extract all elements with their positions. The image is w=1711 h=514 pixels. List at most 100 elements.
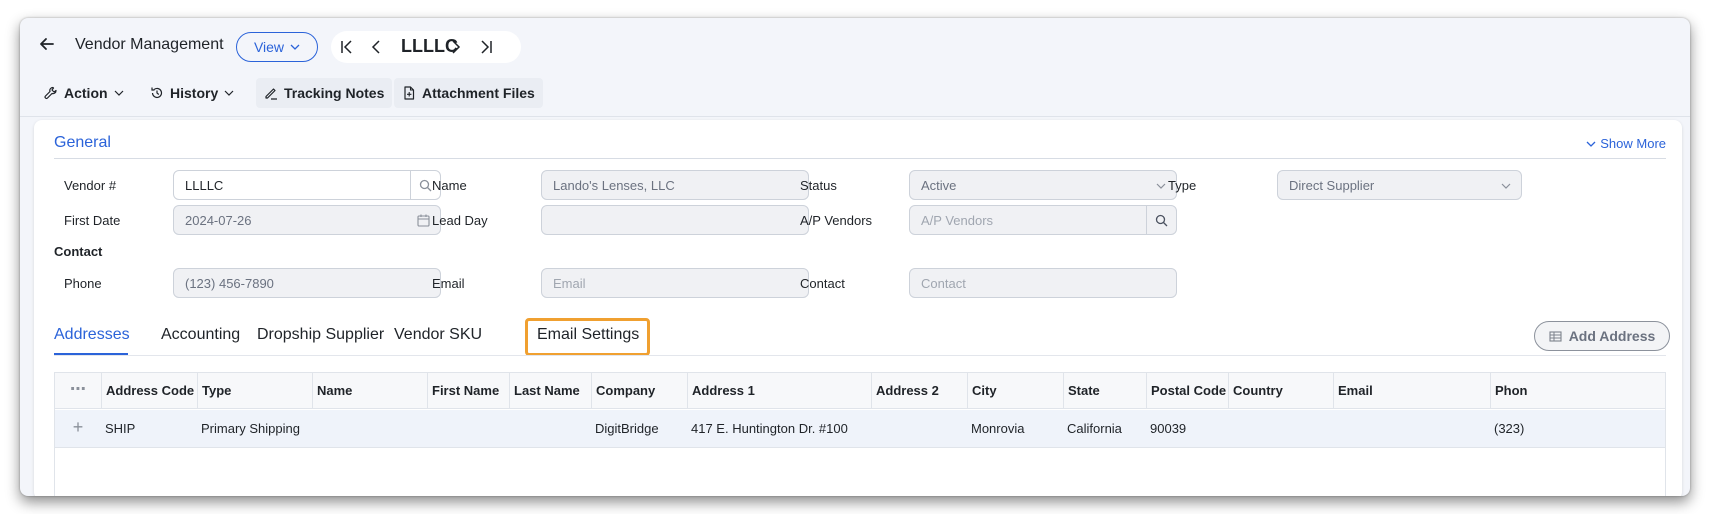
ap-vendors-search-button[interactable] [1146, 206, 1176, 234]
app-window: Vendor Management View LLLLC Action Hist… [20, 18, 1690, 496]
record-navigator: LLLLC [331, 31, 521, 63]
show-more-label: Show More [1600, 136, 1666, 151]
col-email[interactable]: Email [1333, 373, 1490, 409]
history-icon [151, 87, 163, 99]
status-value: Active [921, 178, 957, 193]
tracking-notes-button[interactable]: Tracking Notes [256, 78, 393, 108]
first-date-label: First Date [64, 213, 121, 228]
toolbar: Action History Tracking Notes Attachment… [20, 74, 1690, 114]
view-mode-button[interactable]: View [236, 32, 318, 62]
status-select[interactable]: Active [909, 170, 1177, 200]
cell-company: DigitBridge [595, 421, 659, 436]
last-record-icon[interactable] [478, 39, 494, 55]
attachment-files-label: Attachment Files [422, 85, 535, 101]
cell-email [1333, 410, 1490, 448]
add-address-label: Add Address [1568, 328, 1656, 344]
cell-state: California [1067, 421, 1122, 436]
type-label: Type [1168, 178, 1197, 193]
back-arrow-icon[interactable] [37, 34, 57, 54]
name-field[interactable]: Lando's Lenses, LLC [541, 170, 809, 200]
next-record-icon[interactable] [448, 39, 464, 55]
tab-addresses[interactable]: Addresses [54, 326, 130, 344]
col-first-name[interactable]: First Name [427, 373, 509, 409]
previous-record-icon[interactable] [368, 39, 384, 55]
history-label: History [170, 85, 219, 101]
section-divider [54, 158, 1666, 159]
ap-vendors-field[interactable]: A/P Vendors [909, 205, 1177, 235]
col-address-2[interactable]: Address 2 [871, 373, 967, 409]
col-postal-code[interactable]: Postal Code [1146, 373, 1228, 409]
cell-address-2 [871, 410, 967, 448]
add-address-button[interactable]: Add Address [1534, 321, 1670, 351]
table-header: ⋯ Address Code Type Name First Name Last… [55, 373, 1665, 409]
vendor-no-field[interactable]: LLLLC [173, 170, 441, 200]
vendor-no-value: LLLLC [185, 178, 224, 193]
first-date-field[interactable]: 2024-07-26 [173, 205, 441, 235]
tab-vendor-sku[interactable]: Vendor SKU [394, 326, 482, 344]
chevron-down-icon [1586, 141, 1596, 147]
col-address-code[interactable]: Address Code [101, 373, 197, 409]
col-state[interactable]: State [1063, 373, 1146, 409]
tab-accounting[interactable]: Accounting [161, 326, 240, 344]
email-placeholder: Email [553, 276, 586, 291]
ap-vendors-label: A/P Vendors [800, 213, 873, 228]
cell-phone: (323) [1494, 421, 1525, 436]
email-label: Email [432, 276, 465, 291]
column-menu-icon[interactable]: ⋯ [55, 373, 101, 409]
cell-last-name [509, 410, 591, 448]
wrench-icon [44, 86, 57, 99]
active-tab-indicator [54, 353, 128, 355]
col-company[interactable]: Company [591, 373, 687, 409]
action-menu-button[interactable]: Action [36, 78, 132, 108]
cell-postal-code: 90039 [1150, 421, 1187, 436]
col-country[interactable]: Country [1228, 373, 1333, 409]
table-row[interactable]: + SHIP Primary Shipping DigitBridge 417 … [55, 410, 1665, 448]
type-select[interactable]: Direct Supplier [1277, 170, 1522, 200]
phone-field[interactable]: (123) 456-7890 [173, 268, 441, 298]
calendar-icon[interactable] [417, 214, 430, 227]
phone-value: (123) 456-7890 [185, 276, 274, 291]
chevron-down-icon [224, 90, 234, 96]
chevron-down-icon [290, 44, 300, 50]
general-section-title: General [54, 134, 111, 151]
addresses-table: ⋯ Address Code Type Name First Name Last… [54, 372, 1666, 496]
vendor-detail-card: General Show More Vendor # LLLLC Name La… [34, 120, 1682, 496]
search-icon [419, 179, 432, 191]
first-record-icon[interactable] [339, 39, 355, 55]
chevron-down-icon [1156, 183, 1166, 189]
col-phone[interactable]: Phon [1490, 373, 1665, 409]
phone-label: Phone [64, 276, 102, 291]
type-value: Direct Supplier [1289, 178, 1375, 193]
col-name[interactable]: Name [312, 373, 427, 409]
status-label: Status [800, 178, 837, 193]
attachment-files-button[interactable]: Attachment Files [394, 78, 543, 108]
expand-row-icon[interactable]: + [55, 410, 101, 448]
contact-field[interactable]: Contact [909, 268, 1177, 298]
cell-address-code: SHIP [105, 421, 136, 436]
email-field[interactable]: Email [541, 268, 809, 298]
chevron-down-icon [114, 90, 123, 96]
history-menu-button[interactable]: History [142, 78, 242, 108]
lead-day-field[interactable] [541, 205, 809, 235]
first-date-value: 2024-07-26 [185, 213, 252, 228]
show-more-link[interactable]: Show More [1586, 136, 1666, 151]
contact-placeholder: Contact [921, 276, 966, 291]
tab-focus-ring [525, 318, 650, 356]
pen-icon [265, 88, 277, 100]
col-last-name[interactable]: Last Name [509, 373, 591, 409]
tab-dropship-supplier[interactable]: Dropship Supplier [257, 326, 384, 344]
col-city[interactable]: City [967, 373, 1063, 409]
table-icon [1549, 330, 1562, 342]
view-mode-label: View [253, 39, 285, 55]
tabs-divider [54, 355, 1666, 356]
toolbar-divider [20, 116, 1690, 117]
name-value: Lando's Lenses, LLC [553, 178, 675, 193]
col-address-1[interactable]: Address 1 [687, 373, 871, 409]
search-icon [1155, 214, 1168, 226]
chevron-down-icon [1501, 183, 1511, 189]
cell-address-1: 417 E. Huntington Dr. #100 [691, 421, 848, 436]
col-type[interactable]: Type [197, 373, 312, 409]
cell-city: Monrovia [971, 421, 1025, 436]
tracking-notes-label: Tracking Notes [284, 85, 385, 101]
cell-country [1228, 410, 1333, 448]
